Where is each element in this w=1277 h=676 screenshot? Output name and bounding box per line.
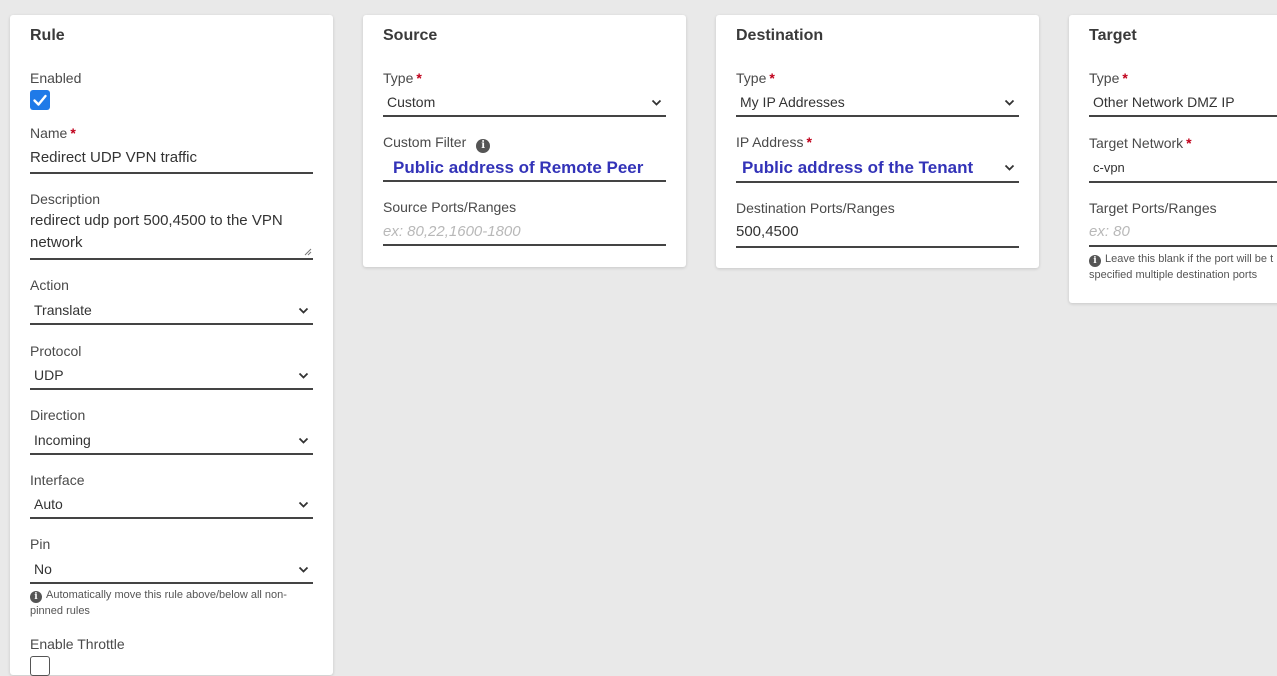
- action-select-value: Translate: [34, 302, 92, 318]
- description-line-1: redirect udp port 500,4500 to the VPN: [30, 212, 283, 229]
- pin-hint: i Automatically move this rule above/belo…: [30, 589, 287, 617]
- name-input[interactable]: Redirect UDP VPN traffic: [30, 145, 313, 174]
- source-ports-input[interactable]: ex: 80,22,1600-1800: [383, 219, 666, 246]
- name-input-value: Redirect UDP VPN traffic: [30, 149, 197, 166]
- protocol-label: Protocol: [30, 343, 82, 359]
- action-select[interactable]: Translate: [30, 299, 313, 325]
- description-label: Description: [30, 191, 101, 207]
- destination-ports-input[interactable]: 500,4500: [736, 219, 1019, 248]
- ip-address-select[interactable]: Public address of the Tenant: [736, 155, 1019, 183]
- required-marker: *: [416, 70, 422, 86]
- description-textarea[interactable]: redirect udp port 500,4500 to the VPN ne…: [30, 209, 313, 260]
- target-network-value: c-vpn: [1093, 160, 1125, 175]
- source-ports-label: Source Ports/Ranges: [383, 199, 517, 215]
- description-line-2: network: [30, 234, 83, 251]
- direction-select[interactable]: Incoming: [30, 429, 313, 455]
- destination-ports-label: Destination Ports/Ranges: [736, 200, 895, 216]
- interface-label: Interface: [30, 472, 85, 488]
- pin-label: Pin: [30, 536, 51, 552]
- destination-card-title: Destination: [736, 27, 824, 44]
- destination-card: Destination Type * My IP Addresses IP Add…: [716, 15, 1039, 268]
- target-ports-hint: i Leave this blank if the port will be t …: [1089, 253, 1274, 281]
- target-type-label: Type *: [1089, 70, 1128, 86]
- chevron-down-icon: [651, 99, 662, 106]
- pin-select[interactable]: No: [30, 558, 313, 584]
- source-card: Source Type * Custom Custom Filter i Publ…: [363, 15, 686, 267]
- chevron-down-icon: [298, 437, 309, 444]
- target-ports-input[interactable]: ex: 80: [1089, 219, 1277, 247]
- throttle-label: Enable Throttle: [30, 636, 125, 652]
- resize-grip-icon[interactable]: [304, 248, 312, 256]
- target-ports-placeholder: ex: 80: [1089, 223, 1130, 240]
- info-icon[interactable]: i: [476, 139, 491, 153]
- protocol-select[interactable]: UDP: [30, 364, 313, 390]
- enabled-label: Enabled: [30, 70, 82, 86]
- custom-filter-value: Public address of Remote Peer: [393, 158, 644, 177]
- direction-label: Direction: [30, 407, 86, 423]
- chevron-down-icon: [1004, 164, 1015, 171]
- rule-card: Rule Enabled Name * Redirect UDP VPN traf…: [10, 15, 333, 676]
- rule-card-title: Rule: [30, 27, 65, 44]
- source-card-title: Source: [383, 27, 438, 44]
- destination-type-label: Type *: [736, 70, 775, 86]
- source-type-select[interactable]: Custom: [383, 91, 666, 117]
- target-network-select[interactable]: c-vpn: [1089, 157, 1277, 183]
- required-marker: *: [806, 134, 812, 150]
- destination-type-select[interactable]: My IP Addresses: [736, 91, 1019, 117]
- info-icon: i: [1089, 255, 1101, 267]
- interface-select[interactable]: Auto: [30, 493, 313, 519]
- custom-filter-input[interactable]: Public address of Remote Peer: [383, 155, 666, 182]
- source-ports-placeholder: ex: 80,22,1600-1800: [383, 223, 521, 240]
- source-type-label: Type *: [383, 70, 422, 86]
- checkmark-icon: [33, 94, 47, 106]
- destination-ports-value: 500,4500: [736, 223, 799, 240]
- target-card-title: Target: [1089, 27, 1137, 44]
- chevron-down-icon: [298, 307, 309, 314]
- required-marker: *: [1186, 135, 1192, 151]
- ip-address-value: Public address of the Tenant: [742, 158, 974, 177]
- target-ports-label: Target Ports/Ranges: [1089, 200, 1217, 216]
- throttle-checkbox[interactable]: [30, 656, 50, 676]
- source-type-value: Custom: [387, 94, 436, 110]
- enabled-checkbox[interactable]: [30, 90, 50, 110]
- pin-select-value: No: [34, 561, 52, 577]
- required-marker: *: [70, 125, 76, 141]
- chevron-down-icon: [298, 566, 309, 573]
- target-type-select[interactable]: Other Network DMZ IP: [1089, 91, 1277, 117]
- target-network-label: Target Network *: [1089, 135, 1192, 151]
- required-marker: *: [1122, 70, 1128, 86]
- direction-select-value: Incoming: [34, 432, 91, 448]
- info-icon: i: [30, 591, 42, 603]
- interface-select-value: Auto: [34, 496, 63, 512]
- chevron-down-icon: [298, 372, 309, 379]
- action-label: Action: [30, 277, 69, 293]
- chevron-down-icon: [298, 501, 309, 508]
- chevron-down-icon: [1004, 99, 1015, 106]
- target-type-value: Other Network DMZ IP: [1093, 94, 1235, 110]
- protocol-select-value: UDP: [34, 367, 64, 383]
- ip-address-label: IP Address *: [736, 134, 812, 150]
- destination-type-value: My IP Addresses: [740, 94, 845, 110]
- target-card: Target Type * Other Network DMZ IP Target…: [1069, 15, 1277, 303]
- custom-filter-label: Custom Filter i: [383, 134, 494, 153]
- required-marker: *: [769, 70, 775, 86]
- name-label: Name *: [30, 125, 76, 141]
